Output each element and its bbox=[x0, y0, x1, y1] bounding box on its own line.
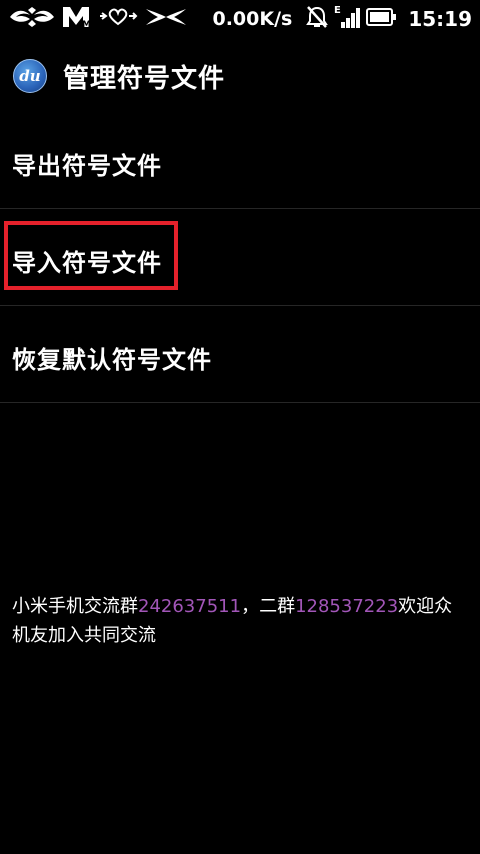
title-bar: du 管理符号文件 bbox=[0, 40, 480, 110]
menu-item-import-symbols[interactable]: 导入符号文件 bbox=[0, 209, 480, 306]
group-number-1: 242637511 bbox=[138, 596, 242, 617]
community-group-note: 小米手机交流群242637511，二群128537223欢迎众机友加入共同交流 bbox=[12, 592, 468, 650]
clock: 15:19 bbox=[408, 7, 472, 31]
note-text: ，二群 bbox=[241, 596, 296, 617]
network-speed: 0.00K/s bbox=[212, 8, 293, 30]
hearts-icon bbox=[98, 6, 138, 32]
battery-icon bbox=[366, 8, 397, 30]
status-notification-icons: MTV bbox=[8, 5, 194, 33]
status-bar: MTV 0.00K/s E bbox=[0, 0, 480, 38]
app-logo-icon: du bbox=[13, 59, 47, 93]
menu-item-label: 导出符号文件 bbox=[12, 152, 162, 180]
svg-text:MTV: MTV bbox=[82, 20, 92, 29]
mtv-logo-icon: MTV bbox=[62, 5, 104, 33]
alarm-off-icon bbox=[306, 5, 329, 33]
page-title: 管理符号文件 bbox=[63, 64, 226, 94]
tribal-ornament-icon bbox=[144, 6, 188, 32]
group-number-2: 128537223 bbox=[295, 596, 399, 617]
tribal-ornament-icon bbox=[8, 6, 56, 32]
menu-list: 导出符号文件 导入符号文件 恢复默认符号文件 bbox=[0, 112, 480, 403]
signal-icon: E bbox=[334, 4, 361, 34]
note-text: 小米手机交流群 bbox=[12, 596, 138, 617]
menu-item-export-symbols[interactable]: 导出符号文件 bbox=[0, 112, 480, 209]
menu-item-restore-default-symbols[interactable]: 恢复默认符号文件 bbox=[0, 306, 480, 403]
menu-item-label: 导入符号文件 bbox=[12, 249, 162, 277]
app-logo-text: du bbox=[19, 67, 41, 85]
menu-item-label: 恢复默认符号文件 bbox=[12, 346, 212, 374]
status-system-icons: 0.00K/s E 15:19 bbox=[212, 0, 472, 38]
svg-text:E: E bbox=[334, 5, 341, 16]
